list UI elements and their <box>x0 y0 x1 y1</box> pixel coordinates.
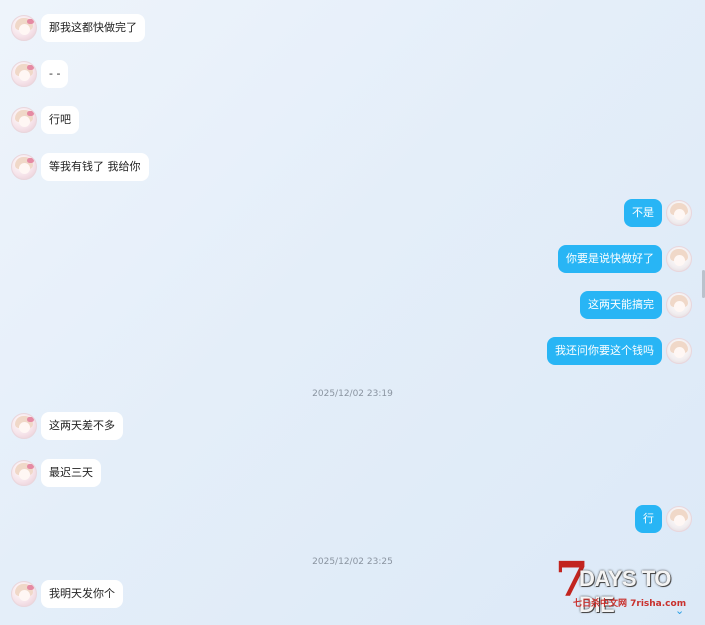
avatar-icon[interactable] <box>666 200 692 226</box>
avatar-icon[interactable] <box>11 413 37 439</box>
avatar-icon[interactable] <box>11 460 37 486</box>
message-bubble[interactable]: 这两天差不多 <box>41 412 123 440</box>
message-row: 你要是说快做好了 <box>0 245 705 277</box>
message-row: 最迟三天 <box>0 459 705 491</box>
avatar-icon[interactable] <box>11 15 37 41</box>
message-bubble[interactable]: 这两天能搞完 <box>580 291 662 319</box>
message-row: 行吧 <box>0 106 705 138</box>
message-row: 我还问你要这个钱吗 <box>0 337 705 369</box>
chevron-down-icon[interactable]: ⌄ <box>675 604 684 617</box>
message-bubble[interactable]: 不是 <box>624 199 662 227</box>
message-bubble[interactable]: 等我有钱了 我给你 <box>41 153 149 181</box>
avatar-icon[interactable] <box>11 107 37 133</box>
avatar-icon[interactable] <box>666 338 692 364</box>
avatar-icon[interactable] <box>666 292 692 318</box>
message-row: 这两天能搞完 <box>0 291 705 323</box>
message-row: 等我有钱了 我给你 <box>0 153 705 185</box>
avatar-icon[interactable] <box>666 506 692 532</box>
avatar-icon[interactable] <box>11 581 37 607</box>
avatar-icon[interactable] <box>11 61 37 87</box>
message-timestamp: 2025/12/02 23:19 <box>312 389 393 399</box>
message-bubble[interactable]: 我明天发你个 <box>41 580 123 608</box>
avatar-icon[interactable] <box>11 154 37 180</box>
message-bubble[interactable]: 行 <box>635 505 662 533</box>
logo-subtitle: 七日杀中文网 7risha.com <box>573 599 687 609</box>
message-row: 行 <box>0 505 705 537</box>
message-row: - - <box>0 60 705 92</box>
message-bubble[interactable]: 你要是说快做好了 <box>558 245 662 273</box>
chat-panel: 那我这都快做完了 - - 行吧 等我有钱了 我给你 不是 你要是说快做好了 这两… <box>0 0 705 625</box>
message-row: 不是 <box>0 199 705 231</box>
message-row: 这两天差不多 <box>0 412 705 444</box>
message-row: 那我这都快做完了 <box>0 14 705 46</box>
message-bubble[interactable]: 我还问你要这个钱吗 <box>547 337 662 365</box>
avatar-icon[interactable] <box>666 246 692 272</box>
message-bubble[interactable]: - - <box>41 60 69 88</box>
message-bubble[interactable]: 最迟三天 <box>41 459 101 487</box>
message-bubble[interactable]: 那我这都快做完了 <box>41 14 145 42</box>
message-bubble[interactable]: 行吧 <box>41 106 79 134</box>
